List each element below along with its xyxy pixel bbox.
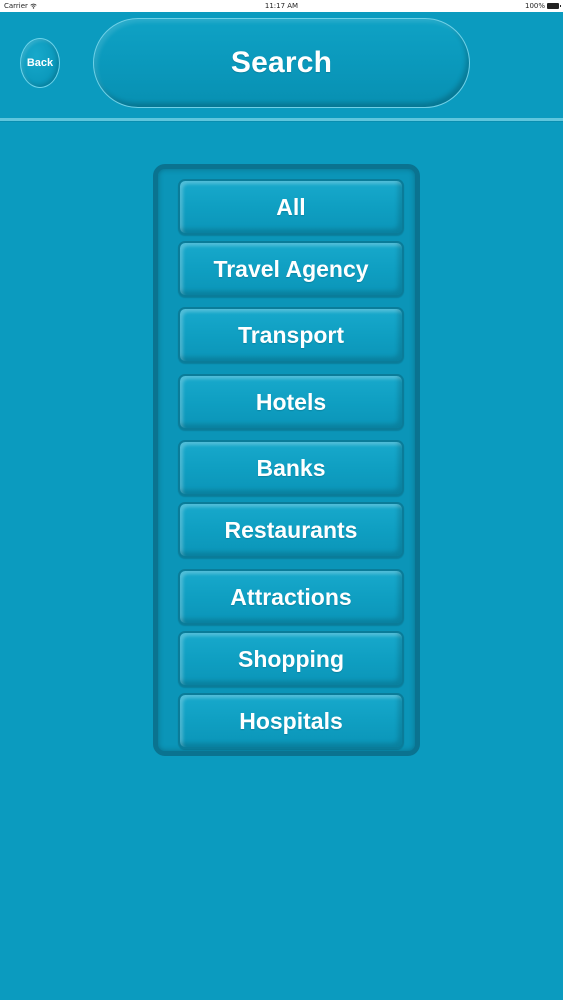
status-time: 11:17 AM xyxy=(264,2,299,10)
page-title: Search xyxy=(230,46,333,79)
status-bar: Carrier 11:17 AM 100% xyxy=(0,0,563,12)
category-list: All Travel Agency Transport Hotels Banks… xyxy=(153,164,420,756)
category-label: All xyxy=(276,193,306,220)
category-label: Restaurants xyxy=(224,516,358,543)
back-button-label: Back xyxy=(26,57,54,69)
header: Back Search xyxy=(0,12,563,120)
category-label: Hospitals xyxy=(239,707,343,734)
category-button-shopping[interactable]: Shopping xyxy=(178,631,404,687)
category-button-transport[interactable]: Transport xyxy=(178,307,404,363)
category-button-restaurants[interactable]: Restaurants xyxy=(178,502,404,558)
category-button-travel-agency[interactable]: Travel Agency xyxy=(178,241,404,297)
category-label: Attractions xyxy=(230,583,352,610)
category-button-hospitals[interactable]: Hospitals xyxy=(178,693,404,749)
category-button-all[interactable]: All xyxy=(178,179,404,235)
back-button[interactable]: Back xyxy=(20,38,60,88)
category-label: Transport xyxy=(237,321,345,348)
category-label: Shopping xyxy=(237,645,345,672)
category-button-banks[interactable]: Banks xyxy=(178,440,404,496)
battery-icon xyxy=(547,3,561,9)
category-label: Travel Agency xyxy=(213,255,369,282)
category-button-attractions[interactable]: Attractions xyxy=(178,569,404,625)
header-divider xyxy=(0,118,563,121)
category-button-hotels[interactable]: Hotels xyxy=(178,374,404,430)
category-label: Hotels xyxy=(255,388,327,415)
title-banner: Search xyxy=(93,18,470,108)
battery-percent: 100% xyxy=(524,2,545,10)
status-battery: 100% xyxy=(524,2,561,10)
category-label: Banks xyxy=(256,454,326,481)
